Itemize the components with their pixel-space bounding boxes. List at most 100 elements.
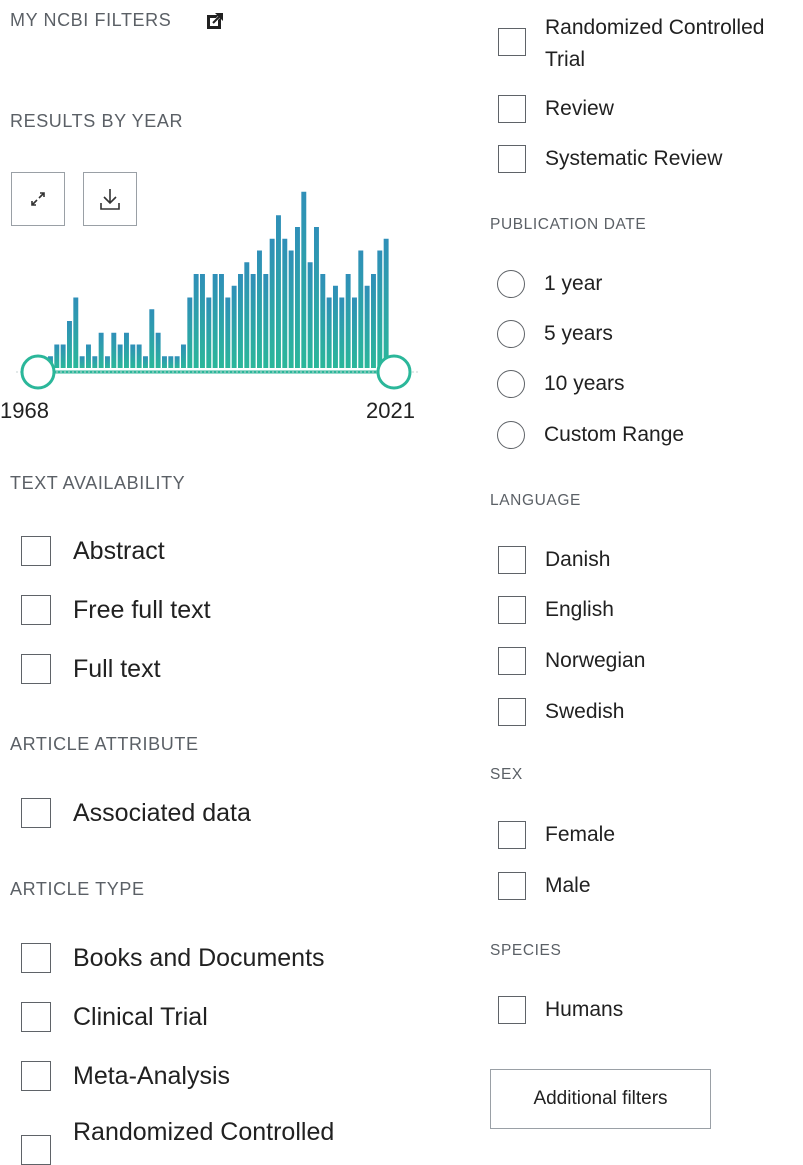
filter-randomized-controlled-trial[interactable]: Randomized Controlled Trial (480, 12, 764, 76)
1-year-radio[interactable] (497, 270, 525, 298)
randomized-controlled-trial-checkbox[interactable] (498, 28, 526, 56)
year-bar-2009[interactable] (307, 262, 313, 368)
10-years-label[interactable]: 10 years (544, 368, 625, 400)
option-5-years[interactable]: 5 years (480, 318, 613, 350)
10-years-radio[interactable] (497, 370, 525, 398)
year-bar-1988[interactable] (174, 356, 180, 368)
year-bar-1993[interactable] (206, 297, 212, 369)
year-bar-2021[interactable] (383, 238, 389, 368)
filter-male[interactable]: Male (480, 870, 591, 902)
meta-analysis-label[interactable]: Meta-Analysis (73, 1061, 230, 1091)
year-bar-1976[interactable] (98, 332, 104, 368)
abstract-checkbox[interactable] (21, 536, 51, 566)
filter-full-text[interactable]: Full text (0, 654, 161, 684)
swedish-checkbox[interactable] (498, 698, 526, 726)
year-bar-1984[interactable] (149, 309, 155, 368)
filter-free-full-text[interactable]: Free full text (0, 595, 211, 625)
full-text-checkbox[interactable] (21, 654, 51, 684)
year-bar-1989[interactable] (181, 344, 186, 369)
review-label[interactable]: Review (545, 93, 614, 125)
year-bar-1981[interactable] (130, 344, 136, 369)
year-bar-1972[interactable] (73, 297, 79, 369)
year-bar-1994[interactable] (212, 274, 218, 368)
year-bar-2004[interactable] (276, 215, 281, 368)
custom-range-radio[interactable] (497, 421, 525, 449)
free-full-text-checkbox[interactable] (21, 595, 51, 625)
norwegian-checkbox[interactable] (498, 647, 526, 675)
english-label[interactable]: English (545, 594, 614, 626)
year-bar-1997[interactable] (231, 285, 237, 368)
clinical-trial-checkbox[interactable] (21, 1002, 51, 1032)
female-label[interactable]: Female (545, 819, 615, 851)
male-label[interactable]: Male (545, 870, 591, 902)
randomized-controlled-trial-checkbox-left[interactable] (21, 1135, 51, 1165)
year-bar-2010[interactable] (314, 227, 319, 368)
year-bar-2016[interactable] (352, 297, 357, 369)
option-1-year[interactable]: 1 year (480, 268, 602, 300)
option-custom-range[interactable]: Custom Range (480, 419, 684, 451)
year-bar-2000[interactable] (250, 274, 256, 368)
year-bar-1979[interactable] (117, 344, 123, 369)
year-bar-2017[interactable] (358, 250, 364, 369)
year-bar-1986[interactable] (162, 356, 167, 368)
year-bar-2012[interactable] (326, 297, 332, 369)
filter-review[interactable]: Review (480, 93, 614, 125)
my-ncbi-filters-heading[interactable]: MY NCBI FILTERS (10, 10, 171, 31)
filter-norwegian[interactable]: Norwegian (480, 645, 645, 677)
trial-label[interactable]: Trial (545, 44, 764, 76)
year-bar-2015[interactable] (345, 274, 351, 368)
year-bar-2005[interactable] (282, 238, 288, 368)
filter-randomized-controlled-trial-left[interactable]: Randomized Controlled (0, 1117, 334, 1165)
additional-filters-button[interactable]: Additional filters (490, 1069, 711, 1129)
books-and-documents-checkbox[interactable] (21, 943, 51, 973)
year-bar-1969[interactable] (54, 344, 60, 369)
filter-associated-data[interactable]: Associated data (0, 798, 251, 828)
year-bar-1980[interactable] (124, 332, 129, 368)
year-bar-1995[interactable] (219, 274, 224, 368)
filter-meta-analysis[interactable]: Meta-Analysis (0, 1061, 230, 1091)
systematic-review-label[interactable]: Systematic Review (545, 143, 722, 175)
year-slider-start-handle[interactable] (20, 354, 56, 390)
year-bar-2018[interactable] (364, 285, 370, 368)
filter-systematic-review[interactable]: Systematic Review (480, 143, 722, 175)
abstract-label[interactable]: Abstract (73, 536, 165, 566)
year-bar-2014[interactable] (339, 297, 345, 369)
year-bar-1985[interactable] (155, 332, 161, 368)
year-bar-1975[interactable] (92, 356, 98, 368)
5-years-radio[interactable] (497, 320, 525, 348)
year-bar-1983[interactable] (143, 356, 148, 368)
year-bar-1996[interactable] (225, 297, 231, 369)
humans-checkbox[interactable] (498, 996, 526, 1024)
filter-clinical-trial[interactable]: Clinical Trial (0, 1002, 208, 1032)
5-years-label[interactable]: 5 years (544, 318, 613, 350)
swedish-label[interactable]: Swedish (545, 696, 624, 728)
english-checkbox[interactable] (498, 596, 526, 624)
year-bar-2006[interactable] (288, 250, 294, 369)
year-bar-1977[interactable] (105, 356, 110, 368)
humans-label[interactable]: Humans (545, 994, 623, 1026)
year-bar-1974[interactable] (86, 344, 91, 369)
year-bar-1970[interactable] (60, 344, 66, 369)
filter-female[interactable]: Female (480, 819, 615, 851)
full-text-label[interactable]: Full text (73, 654, 161, 684)
systematic-review-checkbox[interactable] (498, 145, 526, 173)
male-checkbox[interactable] (498, 872, 526, 900)
filter-swedish[interactable]: Swedish (480, 696, 624, 728)
external-link-icon[interactable] (206, 12, 224, 30)
year-bar-1973[interactable] (79, 356, 85, 368)
year-bar-1990[interactable] (187, 297, 193, 369)
associated-data-label[interactable]: Associated data (73, 798, 251, 828)
free-full-text-label[interactable]: Free full text (73, 595, 211, 625)
filter-abstract[interactable]: Abstract (0, 536, 165, 566)
year-bar-2002[interactable] (263, 274, 269, 368)
year-bar-2008[interactable] (301, 191, 307, 368)
randomized-controlled-label-left[interactable]: Randomized Controlled (73, 1117, 334, 1147)
associated-data-checkbox[interactable] (21, 798, 51, 828)
review-checkbox[interactable] (498, 95, 526, 123)
meta-analysis-checkbox[interactable] (21, 1061, 51, 1091)
year-bar-2020[interactable] (377, 250, 383, 369)
filter-english[interactable]: English (480, 594, 614, 626)
year-bar-1998[interactable] (238, 274, 243, 368)
1-year-label[interactable]: 1 year (544, 268, 602, 300)
filter-humans[interactable]: Humans (480, 994, 623, 1026)
